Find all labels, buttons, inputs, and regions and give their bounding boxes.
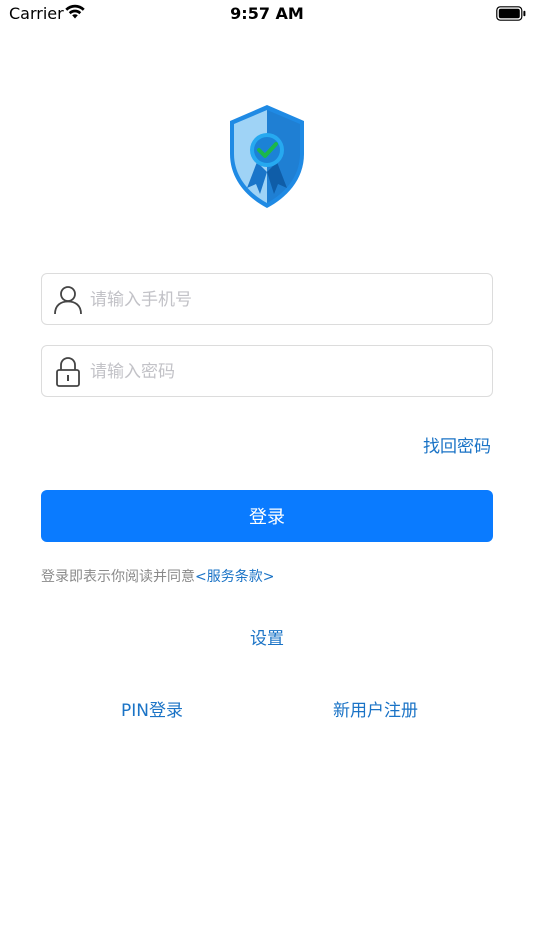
password-field[interactable] [41,345,493,397]
agreement-label: 登录即表示你阅读并同意 [41,569,195,585]
shield-badge-icon [230,105,304,208]
lock-icon [56,357,80,387]
user-icon [54,286,82,315]
forgot-password-link[interactable]: 找回密码 [423,432,491,457]
terms-link[interactable]: <服务条款> [195,569,274,585]
pin-login-link[interactable]: PIN登录 [121,696,183,721]
status-bar: Carrier 9:57 AM [0,0,534,28]
settings-link[interactable]: 设置 [0,624,534,649]
phone-field[interactable] [41,273,493,325]
phone-input[interactable] [90,286,480,314]
battery-icon [496,6,526,21]
register-link[interactable]: 新用户注册 [333,696,418,721]
password-input[interactable] [90,358,480,386]
agreement-text: 登录即表示你阅读并同意<服务条款> [41,566,274,586]
login-screen: Carrier 9:57 AM 请输入手机号 找回密码 登录 登录即表示你阅读并… [0,0,534,950]
clock-label: 9:57 AM [230,4,304,23]
login-button[interactable]: 登录 [41,490,493,542]
